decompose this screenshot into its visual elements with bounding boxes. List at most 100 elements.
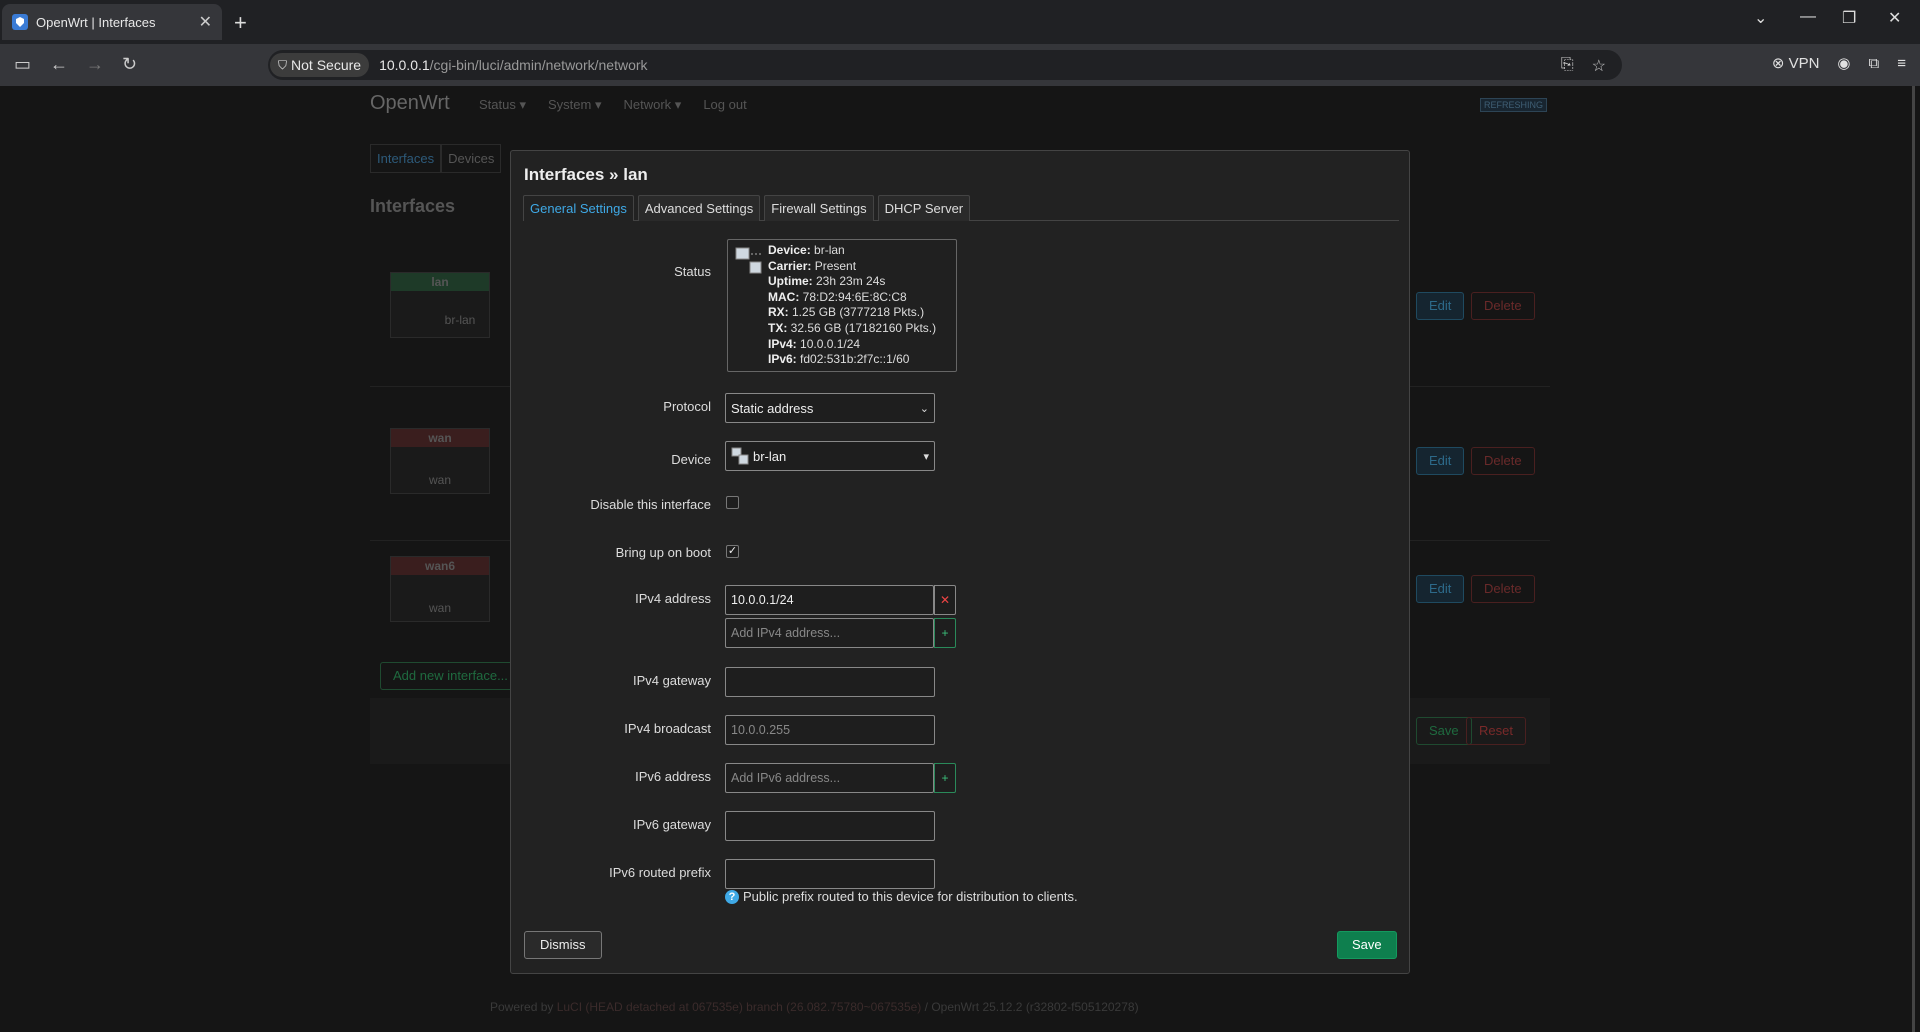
install-app-icon[interactable]: ⎘ [1561,56,1574,76]
status-line-rx: RX: 1.25 GB (3777218 Pkts.) [768,305,956,321]
save-button[interactable]: Save [1337,931,1397,959]
ipv4-broadcast-label: IPv4 broadcast [624,721,711,736]
not-secure-badge[interactable]: ⛉ Not Secure [270,53,370,77]
tab-general-settings[interactable]: General Settings [523,195,634,221]
tab-advanced-settings[interactable]: Advanced Settings [637,195,761,221]
add-interface-button[interactable]: Add new interface... [380,662,521,690]
bring-up-on-boot-checkbox[interactable]: ✓ [726,545,739,558]
ipv4-address-field[interactable]: 10.0.0.1/24 [725,585,934,615]
edit-button[interactable]: Edit [1416,292,1465,320]
protocol-value: Static address [731,400,814,416]
brand: OpenWrt [370,92,450,114]
vpn-button[interactable]: ⊗ VPN [1772,54,1820,72]
not-secure-label: Not Secure [291,57,362,73]
footer-luci-link[interactable]: LuCI (HEAD detached at 067535e) branch (… [557,1000,922,1014]
url-host: 10.0.0.1 [379,57,430,73]
protocol-select[interactable]: Static address ⌄ [725,393,935,423]
status-key: Carrier: [768,258,812,273]
tab-devices[interactable]: Devices [441,144,502,173]
ipv6-routed-prefix-label: IPv6 routed prefix [609,865,711,880]
ipv4-broadcast-input[interactable]: 10.0.0.255 [725,715,935,745]
tab-dhcp-server[interactable]: DHCP Server [877,195,971,221]
add-ipv6-address-input[interactable]: Add IPv6 address... [725,763,934,793]
status-label: Status [674,264,711,279]
ipv4-address-label: IPv4 address [635,591,711,606]
status-line-ipv6: IPv6: fd02:531b:2f7c::1/60 [768,352,956,368]
modal-title: Interfaces » lan [524,165,648,184]
sidebar-toggle-icon[interactable]: ▭ [14,54,31,75]
dismiss-button[interactable]: Dismiss [524,931,602,959]
menu-status[interactable]: Status ▾ [479,97,526,113]
device-value: br-lan [753,448,787,464]
menu-logout[interactable]: Log out [703,97,746,113]
url-text: 10.0.0.1/cgi-bin/luci/admin/network/netw… [379,57,647,73]
bg-save-button[interactable]: Save [1416,717,1472,745]
ipv4-gateway-label: IPv4 gateway [632,673,711,688]
menu-icon[interactable]: ≡ [1897,55,1906,72]
page-heading: Interfaces [370,196,456,216]
status-key: TX: [768,320,788,335]
ipv6-address-label: IPv6 address [635,769,711,784]
footer: Powered by LuCI (HEAD detached at 067535… [490,1000,1139,1014]
ipv6-routed-prefix-input[interactable] [725,859,935,889]
edit-button[interactable]: Edit [1416,575,1465,603]
disable-interface-checkbox[interactable] [726,496,739,509]
status-key: Uptime: [768,274,813,289]
footer-prefix: Powered by [490,1000,557,1014]
status-value: Present [811,258,857,273]
status-value: 10.0.0.1/24 [796,336,861,351]
scrollbar[interactable] [1912,86,1915,1032]
status-value: 1.25 GB (3777218 Pkts.) [788,305,925,320]
status-key: Device: [768,243,811,257]
window-close-icon[interactable]: ✕ [1888,8,1901,28]
status-line-uptime: Uptime: 23h 23m 24s [768,274,956,290]
help-icon: ? [725,889,739,904]
profile-icon[interactable]: ◉ [1837,54,1850,72]
tab-search-icon[interactable]: ⌄ [1754,8,1767,28]
ipv6-gateway-input[interactable] [725,811,935,841]
minimize-icon[interactable]: — [1800,8,1816,26]
remove-ipv4-icon[interactable]: ✕ [934,585,956,615]
status-value: br-lan [810,243,845,257]
reload-icon[interactable]: ↻ [122,54,137,75]
restore-icon[interactable]: ❐ [1842,8,1856,28]
browser-tabbar: OpenWrt | Interfaces ✕ + ⌄ — ❐ ✕ [0,0,1920,44]
tab-close-icon[interactable]: ✕ [199,12,212,32]
delete-button[interactable]: Delete [1471,292,1535,320]
delete-button[interactable]: Delete [1471,447,1535,475]
new-tab-icon[interactable]: + [234,10,247,36]
url-field[interactable]: ⛉ Not Secure 10.0.0.1/cgi-bin/luci/admin… [268,50,1622,80]
status-key: IPv6: [768,352,797,367]
iface-wan6-box: wan6 wan [390,556,490,622]
extensions-icon[interactable]: ⧉ [1869,55,1880,72]
ipv6-gateway-label: IPv6 gateway [632,817,711,832]
status-value: 23h 23m 24s [812,274,886,289]
status-key: MAC: [768,289,800,304]
forward-icon[interactable]: → [86,54,104,75]
tab-interfaces[interactable]: Interfaces [370,144,442,173]
add-ipv4-icon[interactable]: + [934,618,956,648]
ipv4-gateway-input[interactable] [725,667,935,697]
url-path: /cgi-bin/luci/admin/network/network [429,57,648,73]
tab-firewall-settings[interactable]: Firewall Settings [764,195,874,221]
delete-button[interactable]: Delete [1471,575,1535,603]
add-ipv4-address-input[interactable]: Add IPv4 address... [725,618,934,648]
menu-system[interactable]: System ▾ [548,97,601,113]
reset-button[interactable]: Reset [1466,717,1526,745]
hint-text: Public prefix routed to this device for … [743,889,1078,904]
status-value: 78:D2:94:6E:8C:C8 [799,289,907,304]
status-line-mac: MAC: 78:D2:94:6E:8C:C8 [768,290,956,306]
bookmark-star-icon[interactable]: ☆ [1592,56,1606,76]
disable-interface-label: Disable this interface [590,497,711,512]
iface-name: wan6 [391,557,489,575]
top-menu: Status ▾ System ▾ Network ▾ Log out [479,97,747,113]
modal-tabs: General Settings Advanced Settings Firew… [523,195,1399,221]
browser-tab[interactable]: OpenWrt | Interfaces ✕ [2,4,222,40]
add-ipv6-icon[interactable]: + [934,763,956,793]
menu-network[interactable]: Network ▾ [623,97,681,113]
device-select[interactable]: br-lan ▾ [725,441,935,471]
status-key: RX: [768,305,789,320]
back-icon[interactable]: ← [50,54,68,75]
shield-warning-icon: ⛉ [278,57,288,72]
edit-button[interactable]: Edit [1416,447,1465,475]
